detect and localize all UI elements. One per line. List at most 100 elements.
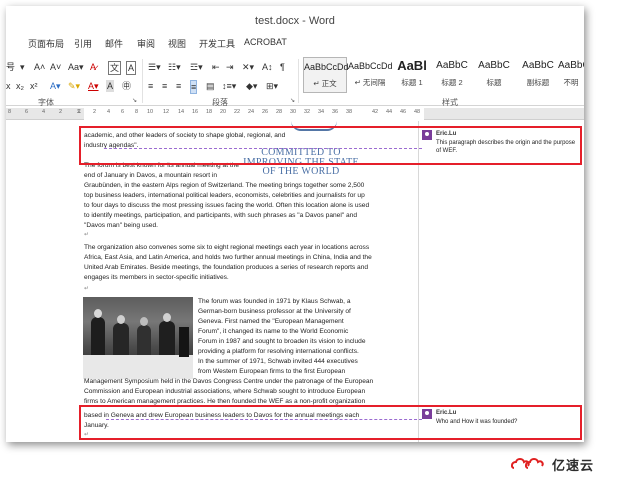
shrink-font-icon[interactable]: A˅ bbox=[50, 61, 61, 73]
borders-icon[interactable]: ⊞▾ bbox=[266, 80, 278, 92]
paragraph-dialog-launcher-icon[interactable]: ↘ bbox=[290, 97, 295, 104]
style-normal[interactable]: AaBbCcDd ↵ 正文 bbox=[303, 57, 349, 93]
styles-group-label: 样式 bbox=[442, 98, 458, 107]
tab-mailings[interactable]: 邮件 bbox=[105, 37, 123, 50]
enclose-icon[interactable]: ㊥ bbox=[122, 80, 131, 92]
style-heading-1[interactable]: AaBl 标题 1 bbox=[390, 57, 434, 93]
decrease-indent-icon[interactable]: ⇤ bbox=[212, 61, 220, 73]
font-group-label: 字体 bbox=[38, 98, 54, 107]
style-preview: AaBbC bbox=[478, 60, 510, 71]
line-spacing-icon[interactable]: ↕≡▾ bbox=[222, 80, 236, 92]
style-name: 标题 bbox=[486, 78, 502, 87]
ruler-number: 12 bbox=[163, 109, 170, 115]
style-name: 标题 2 bbox=[441, 78, 463, 87]
paragraph-4-line: Forum", it changed its name to the World… bbox=[198, 328, 349, 335]
ruler-number: 30 bbox=[290, 109, 297, 115]
font-size-fragment[interactable]: 号 bbox=[6, 61, 15, 73]
multilevel-list-icon[interactable]: ☲▾ bbox=[190, 61, 203, 73]
ruler-number: 38 bbox=[346, 109, 353, 115]
ribbon-tabs: 页面布局 引用 邮件 审阅 视图 开发工具 ACROBAT bbox=[6, 35, 584, 53]
wef-logo-line: OF THE WORLD bbox=[262, 166, 340, 178]
paragraph-4-line: providing a platform for resolving inter… bbox=[198, 348, 359, 355]
enclose-char-icon[interactable]: A bbox=[126, 61, 137, 75]
chinese-layout-icon[interactable]: ✕▾ bbox=[242, 61, 254, 73]
paragraph-4-line: Geneva. First named the "European Manage… bbox=[198, 318, 344, 325]
strikethrough-icon[interactable]: x bbox=[6, 80, 11, 92]
tab-references[interactable]: 引用 bbox=[74, 37, 92, 50]
ruler-number: 16 bbox=[192, 109, 199, 115]
text-effects-icon[interactable]: A▾ bbox=[50, 80, 61, 92]
paragraph-2-line: end of January in Davos, a mountain reso… bbox=[84, 172, 218, 179]
style-name: ↵ 正文 bbox=[313, 79, 337, 88]
indent-marker-icon[interactable]: ⧖ bbox=[77, 109, 81, 116]
ruler-number: 20 bbox=[220, 109, 227, 115]
tab-view[interactable]: 视图 bbox=[168, 37, 186, 50]
font-color-icon[interactable]: A▾ bbox=[88, 80, 99, 92]
char-shading-icon[interactable]: A bbox=[106, 80, 115, 92]
font-size-dropdown-icon[interactable]: ▾ bbox=[20, 61, 25, 73]
clear-format-icon[interactable]: A̷ bbox=[90, 61, 96, 73]
tab-page-layout[interactable]: 页面布局 bbox=[28, 37, 64, 50]
ruler-number: 48 bbox=[414, 109, 421, 115]
paragraph-4-line: The forum was founded in 1971 by Klaus S… bbox=[198, 298, 351, 305]
bullets-icon[interactable]: ☰▾ bbox=[148, 61, 161, 73]
style-heading-2[interactable]: AaBbC 标题 2 bbox=[430, 57, 474, 93]
paragraph-mark-icon: ↵ bbox=[84, 232, 90, 238]
phonetic-guide-icon[interactable]: 文 bbox=[108, 61, 122, 75]
ruler-number: 44 bbox=[386, 109, 393, 115]
highlight-box-2 bbox=[79, 405, 582, 440]
style-preview: AaBbCcDd bbox=[304, 62, 349, 72]
align-center-icon[interactable]: ≡ bbox=[162, 80, 167, 92]
show-marks-icon[interactable]: ¶ bbox=[280, 61, 285, 73]
numbering-icon[interactable]: ☷▾ bbox=[168, 61, 181, 73]
ruler-number: 4 bbox=[42, 109, 46, 115]
style-name: 不明 bbox=[563, 78, 579, 87]
paragraph-3-line: The organization also convenes some six … bbox=[84, 244, 370, 251]
ruler-number: 28 bbox=[276, 109, 283, 115]
sort-icon[interactable]: A↕ bbox=[262, 61, 273, 73]
superscript-icon[interactable]: x² bbox=[30, 80, 38, 92]
ribbon: 号 ▾ A˄ A˅ Aa▾ A̷ 文 A x x₂ x² A▾ ✎▾ A▾ A … bbox=[6, 53, 584, 107]
style-title[interactable]: AaBbC 标题 bbox=[472, 57, 516, 93]
paragraph-2-line: to identify meetings, participation, and… bbox=[84, 212, 357, 219]
align-right-icon[interactable]: ≡ bbox=[176, 80, 181, 92]
tab-acrobat[interactable]: ACROBAT bbox=[244, 37, 287, 47]
style-subtitle[interactable]: AaBbC 副标题 bbox=[516, 57, 560, 93]
justify-icon[interactable]: ≡ bbox=[190, 80, 198, 94]
founders-photo[interactable] bbox=[83, 297, 193, 379]
increase-indent-icon[interactable]: ⇥ bbox=[226, 61, 234, 73]
ribbon-separator bbox=[298, 59, 299, 103]
ruler-number: 26 bbox=[262, 109, 269, 115]
ruler-number: 42 bbox=[372, 109, 379, 115]
align-left-icon[interactable]: ≡ bbox=[148, 80, 153, 92]
grow-font-icon[interactable]: A˄ bbox=[34, 61, 45, 73]
window-title: test.docx - Word bbox=[255, 15, 335, 27]
paragraph-2-line: to four days to discuss the most pressin… bbox=[84, 202, 370, 209]
paragraph-3-line: engages its members in sector-specific i… bbox=[84, 274, 229, 281]
style-preview: AaBbC bbox=[558, 60, 584, 71]
tab-review[interactable]: 审阅 bbox=[137, 37, 155, 50]
change-case-icon[interactable]: Aa▾ bbox=[68, 61, 84, 73]
ruler-number: 24 bbox=[248, 109, 255, 115]
paragraph-4-line: Commission and European industrial assoc… bbox=[84, 388, 366, 395]
markup-area-divider bbox=[418, 121, 419, 442]
tab-developer[interactable]: 开发工具 bbox=[199, 37, 235, 50]
font-dialog-launcher-icon[interactable]: ↘ bbox=[132, 97, 137, 104]
ruler-number: 4 bbox=[107, 109, 111, 115]
ruler-number: 18 bbox=[206, 109, 213, 115]
paragraph-4-line: In the summer of 1971, Schwab invited 44… bbox=[198, 358, 358, 365]
ruler-number: 34 bbox=[318, 109, 325, 115]
style-no-spacing[interactable]: AaBbCcDd ↵ 无间隔 bbox=[348, 57, 393, 93]
document-area[interactable]: academic, and other leaders of society t… bbox=[6, 121, 584, 442]
shading-icon[interactable]: ◆▾ bbox=[246, 80, 257, 92]
subscript-icon[interactable]: x₂ bbox=[16, 80, 24, 92]
paragraph-4-line: Forum in 1987 and sought to broaden its … bbox=[198, 338, 366, 345]
ruler-number: 6 bbox=[121, 109, 125, 115]
style-unclear[interactable]: AaBbC 不明 bbox=[558, 57, 584, 93]
highlight-color-icon[interactable]: ✎▾ bbox=[68, 80, 80, 92]
paragraph-3-line: Africa, East Asia, and Latin America, an… bbox=[84, 254, 372, 261]
paragraph-mark-icon: ↵ bbox=[84, 286, 90, 292]
horizontal-ruler[interactable]: 8 6 4 2 ⧖ 2 4 6 8 10 12 14 16 18 20 22 2… bbox=[6, 108, 584, 120]
distributed-icon[interactable]: ▤ bbox=[206, 80, 215, 92]
ruler-number: 32 bbox=[304, 109, 311, 115]
